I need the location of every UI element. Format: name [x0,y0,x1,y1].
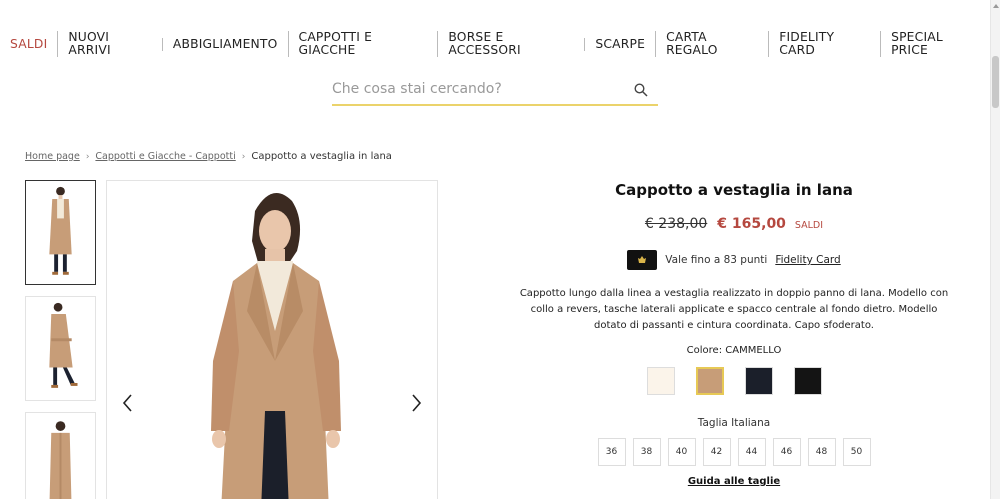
size-option-50[interactable]: 50 [842,438,871,466]
sale-badge: SALDI [794,220,824,231]
color-swatch-camel[interactable] [695,367,724,395]
product-title: Cappotto a vestaglia in lana [615,181,853,199]
product-thumbnail-front[interactable] [25,180,96,285]
size-option-40[interactable]: 40 [667,438,696,466]
nav-item-nuovi-arrivi[interactable]: NUOVI ARRIVI [57,31,161,57]
nav-item-cappotti-e-giacche[interactable]: CAPPOTTI E GIACCHE [287,31,438,57]
nav-item-carta-regalo[interactable]: CARTA REGALO [655,31,768,57]
nav-item-special-price[interactable]: SPECIAL PRICE [880,31,990,57]
fidelity-card-icon [627,250,658,270]
price-row: € 238,00 € 165,00 SALDI [500,216,968,232]
fidelity-points: Vale fino a 83 punti Fidelity Card [500,250,968,270]
nav-item-borse-e-accessori[interactable]: BORSE E ACCESSORI [437,31,584,57]
search-bar [332,76,658,106]
size-option-38[interactable]: 38 [632,438,661,466]
nav-item-scarpe[interactable]: SCARPE [584,37,655,51]
size-title: Taglia Italiana [697,417,771,429]
breadcrumb: Home page › Cappotti e Giacche - Cappott… [25,151,392,162]
page-scrollbar[interactable] [990,0,1000,499]
size-option-44[interactable]: 44 [737,438,766,466]
previous-image-arrow-icon[interactable] [120,392,136,414]
color-label: Colore: CAMMELLO [686,345,782,356]
product-thumbnail-back[interactable] [25,412,96,499]
scroll-up-arrow-icon[interactable] [993,4,999,8]
product-info: Cappotto a vestaglia in lana € 238,00 € … [500,180,968,487]
size-option-46[interactable]: 46 [772,438,801,466]
fidelity-card-link[interactable]: Fidelity Card [775,254,840,266]
size-option-48[interactable]: 48 [807,438,836,466]
fidelity-points-text: Vale fino a 83 punti [665,254,768,266]
model-back-thumbnail-image [49,421,72,499]
color-swatch-navy[interactable] [744,367,773,395]
color-swatch-black[interactable] [793,367,822,395]
original-price: € 238,00 [644,216,708,232]
breadcrumb-separator-icon: › [241,151,246,162]
model-side-thumbnail-image [49,302,78,388]
product-description: Cappotto lungo dalla linea a vestaglia r… [519,288,949,331]
breadcrumb-category-link[interactable]: Cappotti e Giacche - Cappotti [95,151,235,162]
color-swatch-cream[interactable] [646,367,675,395]
model-wearing-coat-image [211,193,341,499]
product-main-image[interactable] [106,180,438,499]
breadcrumb-current: Cappotto a vestaglia in lana [251,151,392,162]
size-option-36[interactable]: 36 [597,438,626,466]
scrollbar-thumb[interactable] [992,56,999,108]
size-guide-link[interactable]: Guida alle taglie [500,476,968,487]
main-navigation: SALDI NUOVI ARRIVI ABBIGLIAMENTO CAPPOTT… [0,31,990,57]
color-swatches [500,367,968,395]
breadcrumb-home-link[interactable]: Home page [25,151,80,162]
sale-price: € 165,00 [717,216,786,232]
search-input[interactable] [332,76,622,102]
next-image-arrow-icon[interactable] [408,392,424,414]
nav-item-fidelity-card[interactable]: FIDELITY CARD [768,31,880,57]
breadcrumb-separator-icon: › [85,151,90,162]
product-thumbnail-side[interactable] [25,296,96,401]
search-icon[interactable] [634,82,648,97]
size-options: 36 38 40 42 44 46 48 50 [500,438,968,466]
nav-item-abbigliamento[interactable]: ABBIGLIAMENTO [161,37,288,51]
nav-item-saldi[interactable]: SALDI [0,37,57,51]
model-front-thumbnail-image [49,186,72,275]
size-option-42[interactable]: 42 [702,438,731,466]
